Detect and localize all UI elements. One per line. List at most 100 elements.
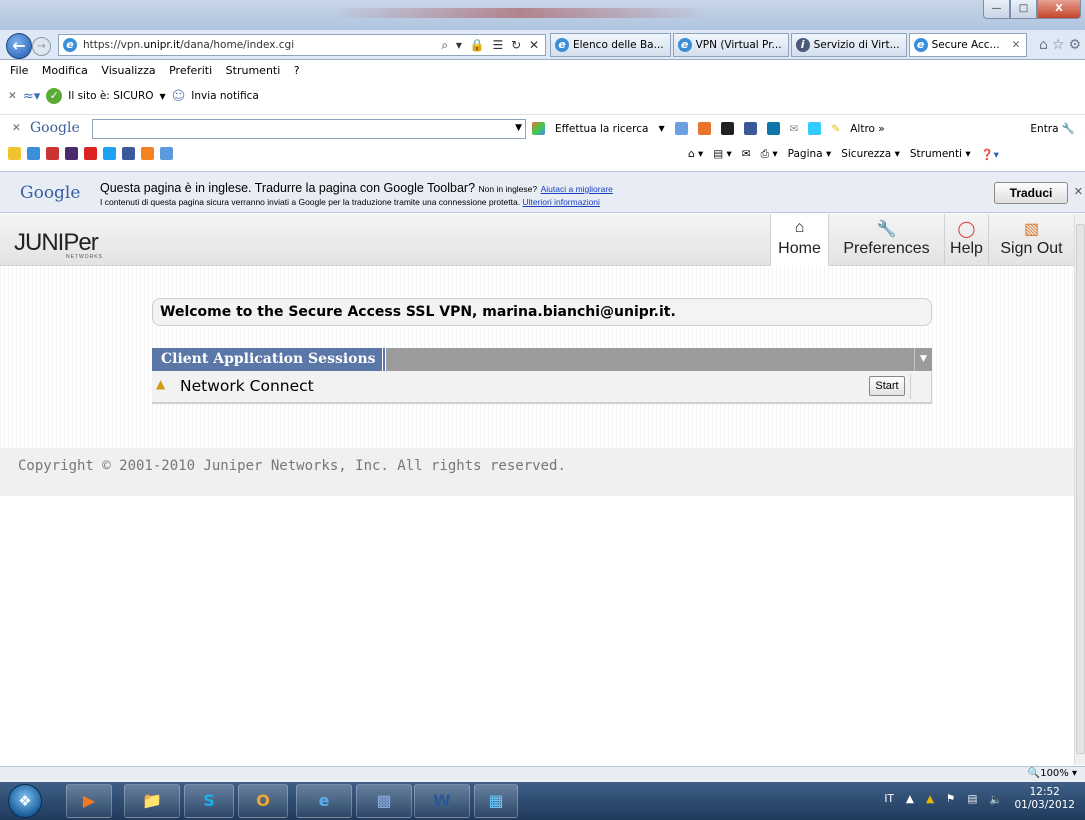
linkedin-icon[interactable] bbox=[766, 122, 780, 135]
signin-link[interactable]: Entra 🔧 bbox=[1030, 122, 1075, 135]
address-bar[interactable]: e https://vpn.unipr.it/dana/home/index.c… bbox=[58, 34, 546, 56]
help-improve-link[interactable]: Aiutaci a migliorare bbox=[541, 184, 613, 194]
nav-preferences[interactable]: 🔧 Preferences bbox=[828, 214, 944, 266]
toolbar-close-icon[interactable]: ✕ bbox=[8, 90, 17, 102]
translate-button[interactable]: Traduci bbox=[994, 182, 1068, 204]
close-window-button[interactable]: X bbox=[1037, 0, 1081, 19]
network-connect-icon: ▲ bbox=[156, 377, 166, 391]
ie-favorite-icon[interactable] bbox=[27, 147, 40, 160]
nav-home[interactable]: ⌂ Home bbox=[770, 214, 828, 266]
wot-icon[interactable] bbox=[46, 147, 59, 160]
nav-help[interactable]: ◯ Help bbox=[944, 214, 988, 266]
tab-vpn[interactable]: e VPN (Virtual Pr... bbox=[672, 33, 789, 57]
word-icon[interactable]: W bbox=[414, 784, 470, 818]
yahoo-icon[interactable] bbox=[65, 147, 78, 160]
toolbar-close-icon[interactable]: ✕ bbox=[12, 122, 21, 134]
favorites-star-icon[interactable] bbox=[8, 147, 21, 160]
chevron-down-icon[interactable]: ▼ bbox=[515, 123, 522, 133]
wrench-icon: 🔧 bbox=[876, 221, 897, 238]
vertical-scrollbar[interactable] bbox=[1074, 214, 1085, 765]
translate-message: Questa pagina è in inglese. Tradurre la … bbox=[100, 181, 476, 195]
show-hidden-icons-icon[interactable]: ▲ bbox=[906, 793, 914, 805]
help-icon[interactable]: ❓▾ bbox=[981, 148, 999, 161]
skype-icon[interactable]: S bbox=[184, 784, 234, 818]
ie-webslice-icon[interactable] bbox=[160, 147, 173, 160]
tab-favicon-icon: e bbox=[555, 38, 569, 52]
page-footer: Copyright © 2001-2010 Juniper Networks, … bbox=[0, 448, 1074, 496]
security-menu[interactable]: Sicurezza ▾ bbox=[841, 148, 900, 161]
notify-link[interactable]: Invia notifica bbox=[191, 90, 259, 102]
google-search-button[interactable]: Effettua la ricerca bbox=[555, 123, 648, 135]
address-url[interactable]: https://vpn.unipr.it/dana/home/index.cgi bbox=[83, 39, 294, 51]
secure-check-icon: ✓ bbox=[46, 88, 63, 104]
menu-modifica[interactable]: Modifica bbox=[42, 60, 88, 77]
remote-desktop-icon[interactable]: ▩ bbox=[356, 784, 412, 818]
mail-icon[interactable]: ✉ bbox=[790, 123, 799, 135]
home-icon[interactable]: ⌂ ▾ bbox=[688, 148, 703, 161]
client-application-sessions-panel: Client Application Sessions ▼ ▲ Network … bbox=[152, 348, 932, 404]
print-icon[interactable]: ⎙ ▾ bbox=[761, 148, 778, 161]
google-search-input[interactable]: ▼ bbox=[92, 119, 526, 139]
twitter-favorite-icon[interactable] bbox=[103, 147, 116, 160]
zoom-level[interactable]: 🔍100% ▾ bbox=[1028, 768, 1077, 779]
menu-preferiti[interactable]: Preferiti bbox=[169, 60, 212, 77]
address-bar-controls[interactable]: ⌕ ▾ 🔒 ☰ ↻ ✕ bbox=[441, 38, 541, 53]
more-info-link[interactable]: Ulteriori informazioni bbox=[522, 197, 599, 207]
chevron-down-icon[interactable]: ▼ bbox=[914, 348, 932, 371]
facebook-icon[interactable] bbox=[743, 122, 757, 135]
close-translate-icon[interactable]: ✕ bbox=[1074, 185, 1083, 198]
internet-explorer-icon[interactable]: e bbox=[296, 784, 352, 818]
folder-icon[interactable]: 📁 bbox=[124, 784, 180, 818]
clock[interactable]: 12:52 01/03/2012 bbox=[1014, 786, 1075, 812]
feeds-icon[interactable]: ▤ ▾ bbox=[713, 148, 732, 161]
back-button[interactable]: ← bbox=[6, 33, 32, 59]
tools-menu[interactable]: Strumenti ▾ bbox=[910, 148, 971, 161]
system-tray: IT ▲ ▲ ⚑ ▤ 🔈 12:52 01/03/2012 bbox=[884, 786, 1075, 812]
menu-strumenti[interactable]: Strumenti bbox=[226, 60, 281, 77]
welcome-message: Welcome to the Secure Access SSL VPN, ma… bbox=[152, 298, 932, 326]
start-button[interactable]: Start bbox=[869, 376, 905, 396]
blogger-icon[interactable] bbox=[697, 122, 711, 135]
google-translate-bar: Google Questa pagina è in inglese. Tradu… bbox=[0, 171, 1085, 213]
browser-home-favorites-settings[interactable]: ⌂☆⚙ bbox=[1039, 37, 1085, 53]
tab-elenco[interactable]: e Elenco delle Ba... bbox=[550, 33, 671, 57]
tab-servizio[interactable]: i Servizio di Virt... bbox=[790, 33, 907, 57]
menu-help[interactable]: ? bbox=[294, 60, 300, 77]
browser-navigation-bar: ← → e https://vpn.unipr.it/dana/home/ind… bbox=[0, 30, 1085, 60]
blogger-favorite-icon[interactable] bbox=[141, 147, 154, 160]
wifi-icon[interactable]: ≈▾ bbox=[23, 89, 40, 104]
google-logo: Google bbox=[20, 183, 81, 203]
close-tab-icon[interactable]: ✕ bbox=[1012, 39, 1021, 51]
control-panel-icon[interactable]: ▦ bbox=[474, 784, 518, 818]
page-menu[interactable]: Pagina ▾ bbox=[788, 148, 832, 161]
flag-icon[interactable]: ⚑ bbox=[946, 793, 955, 805]
maximize-button[interactable]: □ bbox=[1010, 0, 1037, 19]
tab-secure-access[interactable]: e Secure Acc... ✕ bbox=[908, 33, 1028, 57]
mail-read-icon[interactable]: ✉ bbox=[742, 148, 751, 161]
window-title bbox=[330, 8, 710, 18]
window-titlebar: — □ X bbox=[0, 0, 1085, 30]
plus-icon[interactable] bbox=[674, 122, 688, 135]
forward-button[interactable]: → bbox=[32, 37, 51, 56]
google-search-icon bbox=[532, 122, 545, 135]
language-indicator[interactable]: IT bbox=[884, 793, 894, 805]
panel-title: Client Application Sessions bbox=[152, 348, 386, 371]
twitter-icon[interactable] bbox=[808, 122, 822, 135]
delicious-icon[interactable] bbox=[720, 122, 734, 135]
minimize-button[interactable]: — bbox=[983, 0, 1010, 19]
menu-bar: File Modifica Visualizza Preferiti Strum… bbox=[0, 60, 1085, 81]
more-button[interactable]: Altro » bbox=[850, 123, 885, 135]
media-player-icon[interactable]: ▶ bbox=[66, 784, 112, 818]
nav-sign-out[interactable]: ▧ Sign Out bbox=[988, 214, 1074, 266]
facebook-favorite-icon[interactable] bbox=[122, 147, 135, 160]
network-icon[interactable]: ▤ bbox=[967, 793, 977, 805]
menu-file[interactable]: File bbox=[10, 60, 28, 77]
menu-visualizza[interactable]: Visualizza bbox=[101, 60, 155, 77]
volume-icon[interactable]: 🔈 bbox=[989, 793, 1002, 806]
outlook-icon[interactable]: O bbox=[238, 784, 288, 818]
start-button[interactable]: ❖ bbox=[8, 784, 42, 818]
network-connect-tray-icon[interactable]: ▲ bbox=[926, 793, 934, 805]
youtube-icon[interactable] bbox=[84, 147, 97, 160]
site-status[interactable]: Il sito è: SICURO bbox=[68, 90, 153, 102]
users-icon: ☺ bbox=[171, 88, 186, 104]
